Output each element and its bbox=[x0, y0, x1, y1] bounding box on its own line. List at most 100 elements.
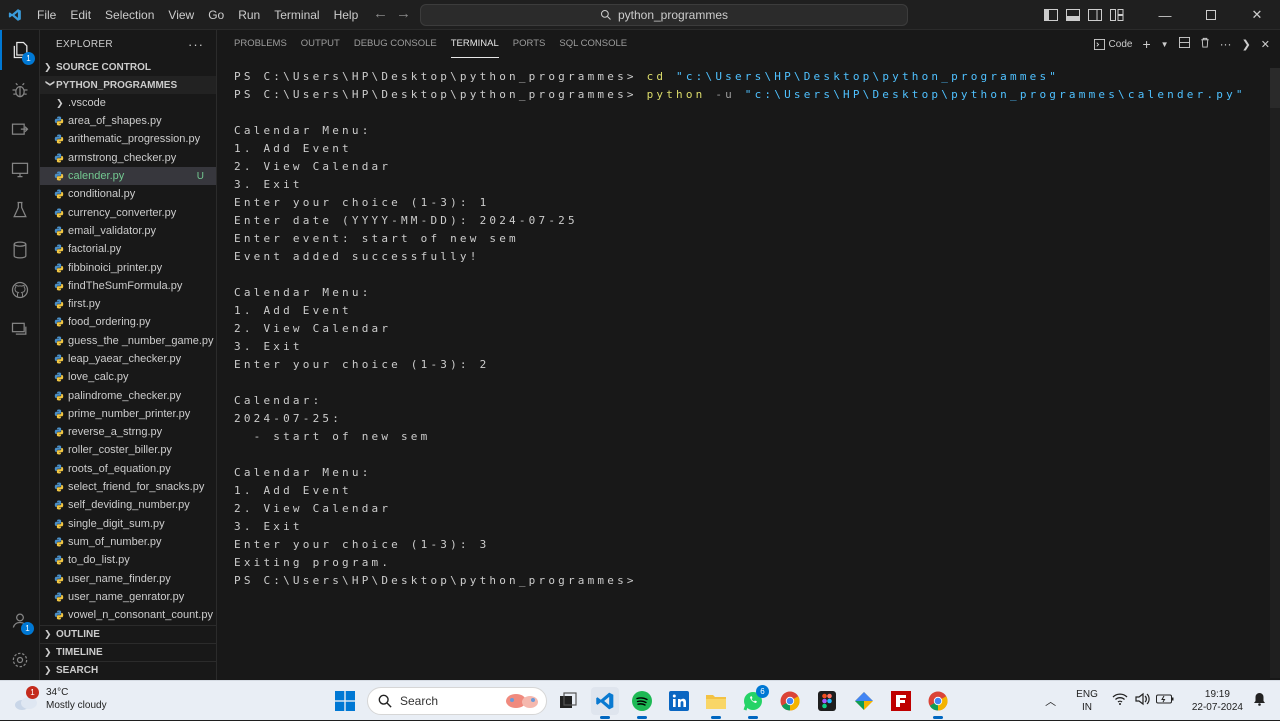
file-item[interactable]: to_do_list.py bbox=[40, 551, 216, 569]
file-item[interactable]: area_of_shapes.py bbox=[40, 112, 216, 130]
file-item[interactable]: findTheSumFormula.py bbox=[40, 277, 216, 295]
chevron-up-icon[interactable]: ︿ bbox=[1045, 693, 1056, 709]
outline-section[interactable]: ❯ OUTLINE bbox=[40, 625, 217, 643]
task-view-icon[interactable] bbox=[554, 687, 582, 715]
menu-go[interactable]: Go bbox=[201, 0, 231, 30]
search-section[interactable]: ❯ SEARCH bbox=[40, 661, 217, 679]
vscode-taskbar-icon[interactable] bbox=[591, 687, 619, 719]
file-item[interactable]: single_digit_sum.py bbox=[40, 515, 216, 533]
file-item[interactable]: email_validator.py bbox=[40, 222, 216, 240]
split-terminal-icon[interactable] bbox=[1178, 37, 1190, 51]
menu-view[interactable]: View bbox=[161, 0, 201, 30]
back-arrow-icon[interactable]: ← bbox=[373, 5, 388, 22]
file-item[interactable]: roots_of_equation.py bbox=[40, 460, 216, 478]
kill-terminal-trash-icon[interactable] bbox=[1200, 37, 1210, 51]
tab-ports[interactable]: PORTS bbox=[513, 30, 546, 58]
file-item[interactable]: currency_converter.py bbox=[40, 203, 216, 221]
clock[interactable]: 19:19 22-07-2024 bbox=[1192, 688, 1243, 714]
file-item[interactable]: guess_the _number_game.py bbox=[40, 332, 216, 350]
file-item[interactable]: calender.py U bbox=[40, 166, 216, 186]
wifi-icon[interactable] bbox=[1112, 692, 1128, 711]
chevron-right-icon[interactable]: ❯ bbox=[1242, 38, 1251, 51]
volume-icon[interactable] bbox=[1134, 692, 1150, 711]
github-icon[interactable] bbox=[0, 270, 40, 310]
chevron-down-icon[interactable]: ▼ bbox=[1161, 40, 1169, 49]
timeline-section[interactable]: ❯ TIMELINE bbox=[40, 643, 217, 661]
toggle-secondary-sidebar-icon[interactable] bbox=[1084, 0, 1106, 30]
testing-flask-icon[interactable] bbox=[0, 190, 40, 230]
file-item[interactable]: user_name_genrator.py bbox=[40, 588, 216, 606]
menu-run[interactable]: Run bbox=[231, 0, 267, 30]
file-item[interactable]: fibbinoici_printer.py bbox=[40, 258, 216, 276]
language-indicator[interactable]: ENG IN bbox=[1076, 688, 1098, 714]
file-item[interactable]: roller_coster_biller.py bbox=[40, 441, 216, 459]
tab-output[interactable]: OUTPUT bbox=[301, 30, 340, 58]
tab-sql-console[interactable]: SQL CONSOLE bbox=[559, 30, 627, 58]
new-terminal-plus-icon[interactable]: + bbox=[1142, 36, 1150, 52]
battery-icon[interactable] bbox=[1155, 692, 1174, 710]
file-item[interactable]: sum_of_number.py bbox=[40, 533, 216, 551]
tab-terminal[interactable]: TERMINAL bbox=[450, 30, 499, 58]
file-item[interactable]: first.py bbox=[40, 295, 216, 313]
folder-vscode[interactable]: ❯ .vscode bbox=[40, 94, 216, 112]
terminal-output[interactable]: PS C:\Users\HP\Desktop\python_programmes… bbox=[234, 68, 1246, 590]
file-item[interactable]: conditional.py bbox=[40, 185, 216, 203]
remote-explorer-activity-icon[interactable] bbox=[0, 110, 40, 150]
menu-edit[interactable]: Edit bbox=[63, 0, 98, 30]
terminal-instance[interactable]: Code bbox=[1093, 38, 1132, 50]
file-item[interactable]: armstrong_checker.py bbox=[40, 149, 216, 167]
spotify-icon[interactable] bbox=[628, 687, 656, 719]
explorer-activity-icon[interactable]: 1 bbox=[0, 30, 40, 70]
file-item[interactable]: vowel_n_consonant_count.py bbox=[40, 606, 216, 624]
file-item[interactable]: user_name_finder.py bbox=[40, 569, 216, 587]
menu-terminal[interactable]: Terminal bbox=[267, 0, 326, 30]
terminal-scrollbar[interactable] bbox=[1270, 68, 1280, 678]
menu-selection[interactable]: Selection bbox=[98, 0, 161, 30]
file-item[interactable]: arithematic_progression.py bbox=[40, 130, 216, 148]
settings-gear-icon[interactable] bbox=[0, 640, 40, 680]
remote-monitor-activity-icon[interactable] bbox=[0, 150, 40, 190]
chrome-icon[interactable] bbox=[776, 687, 804, 715]
menu-help[interactable]: Help bbox=[327, 0, 366, 30]
tab-problems[interactable]: PROBLEMS bbox=[234, 30, 287, 58]
taskbar-search[interactable]: Search bbox=[367, 687, 547, 715]
menu-file[interactable]: File bbox=[30, 0, 63, 30]
notification-bell-icon[interactable] bbox=[1253, 692, 1266, 711]
close-window-button[interactable]: ✕ bbox=[1234, 0, 1280, 30]
file-item[interactable]: select_friend_for_snacks.py bbox=[40, 478, 216, 496]
command-center-search[interactable]: python_programmes bbox=[420, 4, 908, 26]
more-actions-icon[interactable]: ··· bbox=[188, 37, 204, 52]
file-item[interactable]: love_calc.py bbox=[40, 368, 216, 386]
file-item[interactable]: leap_yaear_checker.py bbox=[40, 350, 216, 368]
minimize-button[interactable]: — bbox=[1142, 0, 1188, 30]
customize-layout-icon[interactable] bbox=[1106, 0, 1128, 30]
file-item[interactable]: food_ordering.py bbox=[40, 313, 216, 331]
source-control-section[interactable]: ❯ SOURCE CONTROL bbox=[40, 58, 216, 76]
file-explorer-icon[interactable] bbox=[702, 687, 730, 719]
database-icon[interactable] bbox=[0, 230, 40, 270]
windows-start-icon[interactable] bbox=[331, 687, 359, 715]
file-item[interactable]: reverse_a_strng.py bbox=[40, 423, 216, 441]
filezilla-icon[interactable] bbox=[887, 687, 915, 715]
colorful-app-icon[interactable] bbox=[850, 687, 878, 715]
toggle-primary-sidebar-icon[interactable] bbox=[1040, 0, 1062, 30]
figma-icon[interactable] bbox=[813, 687, 841, 715]
whatsapp-icon[interactable]: 6 bbox=[739, 685, 769, 719]
close-panel-icon[interactable]: ✕ bbox=[1261, 38, 1270, 51]
file-item[interactable]: prime_number_printer.py bbox=[40, 405, 216, 423]
chat-comments-icon[interactable] bbox=[0, 310, 40, 350]
toggle-panel-icon[interactable] bbox=[1062, 0, 1084, 30]
weather-widget[interactable]: 1 34°C Mostly cloudy bbox=[14, 686, 107, 712]
tab-debug-console[interactable]: DEBUG CONSOLE bbox=[354, 30, 437, 58]
project-section[interactable]: ❯ PYTHON_PROGRAMMES bbox=[40, 76, 216, 94]
chrome-profile-icon[interactable] bbox=[924, 687, 952, 719]
file-item[interactable]: palindrome_checker.py bbox=[40, 386, 216, 404]
maximize-button[interactable] bbox=[1188, 0, 1234, 30]
file-item[interactable]: factorial.py bbox=[40, 240, 216, 258]
run-debug-activity-icon[interactable] bbox=[0, 70, 40, 110]
more-actions-icon[interactable]: ··· bbox=[1220, 37, 1232, 51]
linkedin-icon[interactable] bbox=[665, 687, 693, 715]
accounts-icon[interactable]: 1 bbox=[0, 600, 40, 640]
forward-arrow-icon[interactable]: → bbox=[396, 5, 411, 22]
file-item[interactable]: self_deviding_number.py bbox=[40, 496, 216, 514]
